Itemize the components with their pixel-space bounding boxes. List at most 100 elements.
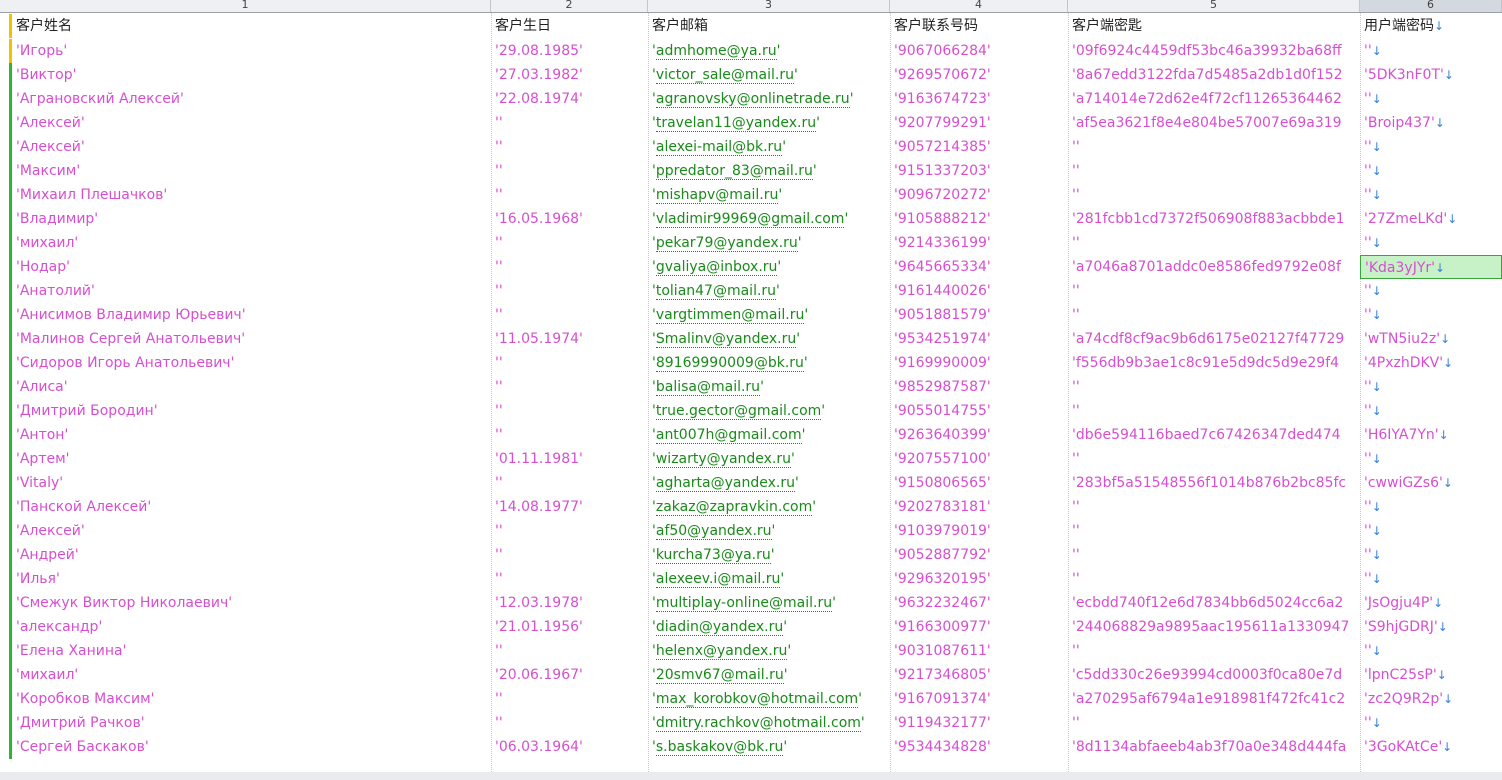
cell-phone[interactable]: '9151337203' (890, 159, 1068, 183)
column-number-4[interactable]: 4 (890, 0, 1068, 12)
cell-user-password[interactable]: ''↓ (1360, 183, 1502, 207)
cell-user-password[interactable]: ''↓ (1360, 399, 1502, 423)
cell-name[interactable]: 'михаил' (12, 231, 491, 255)
email-link[interactable]: admhome@ya.ru (655, 43, 777, 60)
cell-client-key[interactable]: '244068829a9895aac195611a1330947 (1068, 615, 1360, 639)
cell-phone[interactable]: '9632232467' (890, 591, 1068, 615)
email-link[interactable]: victor_sale@mail.ru (655, 67, 794, 84)
cell-user-password[interactable]: ''↓ (1360, 447, 1502, 471)
email-link[interactable]: zakaz@zapravkin.com (655, 499, 813, 516)
email-link[interactable]: alexei-mail@bk.ru (655, 139, 783, 156)
cell-client-key[interactable]: 'a714014e72d62e4f72cf11265364462 (1068, 87, 1360, 111)
cell-client-key[interactable]: '8a67edd3122fda7d5485a2db1d0f152 (1068, 63, 1360, 87)
cell-birthday[interactable]: '' (491, 279, 648, 303)
cell-name[interactable]: 'Максим' (12, 159, 491, 183)
cell-user-password[interactable]: 'Broip437'↓ (1360, 111, 1502, 135)
cell-phone[interactable]: '9096720272' (890, 183, 1068, 207)
cell-user-password[interactable]: ''↓ (1360, 135, 1502, 159)
cell-client-key[interactable]: 'db6e594116baed7c67426347ded474 (1068, 423, 1360, 447)
cell-client-key[interactable]: '' (1068, 711, 1360, 735)
cell-name[interactable]: 'Панской Алексей' (12, 495, 491, 519)
cell-birthday[interactable]: '29.08.1985' (491, 39, 648, 63)
email-link[interactable]: alexeev.i@mail.ru (655, 571, 781, 588)
cell-phone[interactable]: '9167091374' (890, 687, 1068, 711)
cell-user-password[interactable]: ''↓ (1360, 375, 1502, 399)
cell-user-password[interactable]: ''↓ (1360, 567, 1502, 591)
cell-email[interactable]: 'wizarty@yandex.ru' (648, 447, 890, 471)
cell-client-key[interactable]: 'af5ea3621f8e4e804be57007e69a319 (1068, 111, 1360, 135)
cell-client-key[interactable]: 'c5dd330c26e93994cd0003f0ca80e7d (1068, 663, 1360, 687)
header-user-password[interactable]: 用户端密码↓ (1360, 14, 1502, 38)
cell-phone[interactable]: '9169990009' (890, 351, 1068, 375)
cell-client-key[interactable]: '281fcbb1cd7372f506908f883acbbde1 (1068, 207, 1360, 231)
cell-user-password[interactable]: ''↓ (1360, 639, 1502, 663)
cell-client-key[interactable]: '' (1068, 183, 1360, 207)
cell-client-key[interactable]: '283bf5a51548556f1014b876b2bc85fc (1068, 471, 1360, 495)
column-number-5[interactable]: 5 (1068, 0, 1360, 12)
cell-phone[interactable]: '9161440026' (890, 279, 1068, 303)
cell-user-password[interactable]: 'H6IYA7Yn'↓ (1360, 423, 1502, 447)
email-link[interactable]: tolian47@mail.ru (655, 283, 777, 300)
cell-email[interactable]: 'mishapv@mail.ru' (648, 183, 890, 207)
cell-email[interactable]: '89169990009@bk.ru' (648, 351, 890, 375)
cell-name[interactable]: 'Владимир' (12, 207, 491, 231)
cell-name[interactable]: 'Коробков Максим' (12, 687, 491, 711)
cell-birthday[interactable]: '16.05.1968' (491, 207, 648, 231)
cell-birthday[interactable]: '' (491, 135, 648, 159)
cell-user-password[interactable]: ''↓ (1360, 39, 1502, 63)
cell-user-password[interactable]: '27ZmeLKd'↓ (1360, 207, 1502, 231)
cell-client-key[interactable]: '' (1068, 279, 1360, 303)
cell-email[interactable]: 's.baskakov@bk.ru' (648, 735, 890, 759)
cell-birthday[interactable]: '' (491, 423, 648, 447)
cell-birthday[interactable]: '27.03.1982' (491, 63, 648, 87)
cell-client-key[interactable]: '' (1068, 303, 1360, 327)
cell-client-key[interactable]: 'a74cdf8cf9ac9b6d6175e02127f47729 (1068, 327, 1360, 351)
email-link[interactable]: gvaliya@inbox.ru (655, 259, 778, 276)
cell-email[interactable]: 'tolian47@mail.ru' (648, 279, 890, 303)
cell-phone[interactable]: '9163674723' (890, 87, 1068, 111)
cell-birthday[interactable]: '' (491, 183, 648, 207)
cell-birthday[interactable]: '' (491, 567, 648, 591)
column-number-1[interactable]: 1 (0, 0, 491, 12)
cell-phone[interactable]: '9067066284' (890, 39, 1068, 63)
cell-client-key[interactable]: 'a270295af6794a1e918981f472fc41c2 (1068, 687, 1360, 711)
cell-email[interactable]: 'admhome@ya.ru' (648, 39, 890, 63)
cell-email[interactable]: 'zakaz@zapravkin.com' (648, 495, 890, 519)
cell-phone[interactable]: '9214336199' (890, 231, 1068, 255)
active-cell[interactable]: 'Kda3yJYr'↓ (1360, 255, 1502, 279)
email-link[interactable]: 20smv67@mail.ru (655, 667, 784, 684)
cell-client-key[interactable]: '' (1068, 231, 1360, 255)
email-link[interactable]: balisa@mail.ru (655, 379, 761, 396)
cell-birthday[interactable]: '' (491, 255, 648, 279)
cell-birthday[interactable]: '' (491, 399, 648, 423)
cell-email[interactable]: 'gvaliya@inbox.ru' (648, 255, 890, 279)
cell-name[interactable]: 'Аграновский Алексей' (12, 87, 491, 111)
cell-birthday[interactable]: '20.06.1967' (491, 663, 648, 687)
cell-client-key[interactable]: '' (1068, 543, 1360, 567)
column-number-6[interactable]: 6 (1360, 0, 1502, 12)
cell-phone[interactable]: '9031087611' (890, 639, 1068, 663)
cell-name[interactable]: 'Анатолий' (12, 279, 491, 303)
cell-user-password[interactable]: ''↓ (1360, 159, 1502, 183)
cell-phone[interactable]: '9119432177' (890, 711, 1068, 735)
cell-email[interactable]: 'af50@yandex.ru' (648, 519, 890, 543)
cell-email[interactable]: 'balisa@mail.ru' (648, 375, 890, 399)
cell-user-password[interactable]: 'wTN5iu2z'↓ (1360, 327, 1502, 351)
cell-user-password[interactable]: ''↓ (1360, 87, 1502, 111)
cell-phone[interactable]: '9202783181' (890, 495, 1068, 519)
cell-name[interactable]: 'александр' (12, 615, 491, 639)
cell-birthday[interactable]: '' (491, 351, 648, 375)
cell-name[interactable]: 'Дмитрий Рачков' (12, 711, 491, 735)
email-link[interactable]: multiplay-online@mail.ru (655, 595, 833, 612)
email-link[interactable]: vargtimmen@mail.ru (655, 307, 805, 324)
email-link[interactable]: agranovsky@onlinetrade.ru (655, 91, 850, 108)
cell-birthday[interactable]: '01.11.1981' (491, 447, 648, 471)
cell-name[interactable]: 'Антон' (12, 423, 491, 447)
cell-phone[interactable]: '9534434828' (890, 735, 1068, 759)
cell-user-password[interactable]: ''↓ (1360, 711, 1502, 735)
cell-client-key[interactable]: '' (1068, 567, 1360, 591)
cell-user-password[interactable]: '5DK3nF0T'↓ (1360, 63, 1502, 87)
cell-name[interactable]: 'Смежук Виктор Николаевич' (12, 591, 491, 615)
cell-user-password[interactable]: ''↓ (1360, 519, 1502, 543)
cell-client-key[interactable]: '09f6924c4459df53bc46a39932ba68ff (1068, 39, 1360, 63)
